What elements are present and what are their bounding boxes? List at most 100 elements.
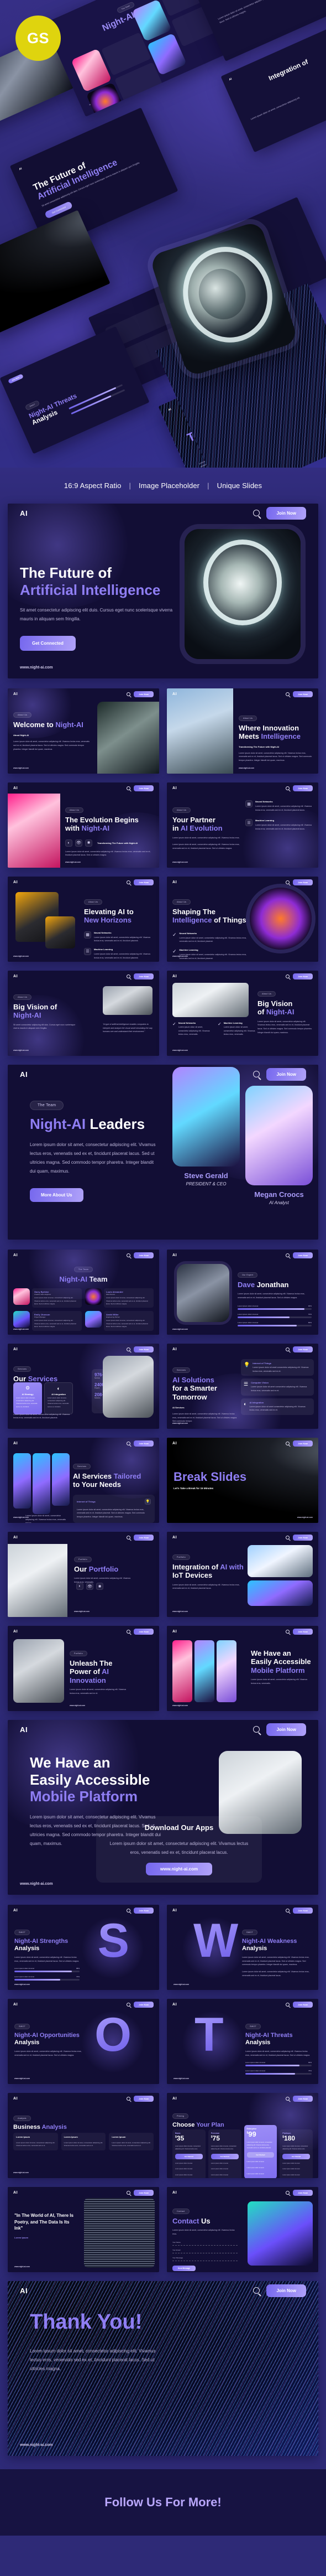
join-now-button[interactable]: Join Now bbox=[266, 1723, 306, 1736]
join-now-button[interactable]: Join Now bbox=[134, 2001, 154, 2008]
slide-tailored[interactable]: AI Join Now Lorem ipsum dolor sit amet, … bbox=[8, 1438, 159, 1523]
slide-solutions[interactable]: AI Join Now Services AI Solutions for a … bbox=[167, 1344, 318, 1429]
search-icon[interactable] bbox=[286, 2096, 290, 2101]
search-icon[interactable] bbox=[127, 1629, 131, 1634]
search-icon[interactable] bbox=[286, 692, 290, 696]
name-field[interactable]: Your Name bbox=[172, 2241, 238, 2246]
slide-unleash[interactable]: AI Join Now Portfolio Unleash The Power … bbox=[8, 1626, 159, 1711]
search-icon[interactable] bbox=[286, 974, 290, 978]
slide-thank-you[interactable]: AI Join Now Thank You! Lorem ipsum dolor… bbox=[8, 2281, 318, 2456]
slide-pricing[interactable]: AI Join Now Pricing Choose Your Plan Bas… bbox=[167, 2093, 318, 2178]
join-now-button[interactable]: Join Now bbox=[134, 691, 154, 697]
join-now-button[interactable]: Join Now bbox=[293, 1252, 313, 1258]
slide-mobile-small[interactable]: AI Join Now We Have an Easily Accessible… bbox=[167, 1626, 318, 1711]
search-icon[interactable] bbox=[127, 2096, 131, 2101]
search-icon[interactable] bbox=[253, 1071, 260, 1077]
join-now-button[interactable]: Join Now bbox=[293, 691, 313, 697]
pricing-card-featured[interactable]: Enterprise $99 Lorem ipsum dolor sit ame… bbox=[244, 2125, 277, 2178]
slide-big-vision-2[interactable]: AI Join Now About Us Big Vision of Night… bbox=[167, 971, 318, 1056]
more-about-us-button[interactable]: More About Us bbox=[30, 1188, 83, 1202]
slide-iot[interactable]: AI Join Now Portfolio Integration of AI … bbox=[167, 1532, 318, 1617]
pricing-card[interactable]: Platinum $180 Lorem ipsum dolor sit amet… bbox=[280, 2129, 313, 2178]
join-now-button[interactable]: Join Now bbox=[134, 973, 154, 979]
search-icon[interactable] bbox=[127, 1535, 131, 1540]
search-icon[interactable] bbox=[127, 1253, 131, 1257]
join-now-button[interactable]: Join Now bbox=[293, 1907, 313, 1914]
get-connected-button[interactable]: Get Connected bbox=[20, 636, 76, 651]
join-now-button[interactable]: Join Now bbox=[134, 1346, 154, 1352]
search-icon[interactable] bbox=[127, 1908, 131, 1912]
search-icon[interactable] bbox=[127, 786, 131, 790]
slide-elevating[interactable]: AI Join Now About Us Elevating AI to New… bbox=[8, 877, 159, 962]
service-card[interactable]: ◐ AI Integration Lorem ipsum dolor sit a… bbox=[44, 1382, 73, 1414]
search-icon[interactable] bbox=[127, 2190, 131, 2195]
slide-swot-weakness[interactable]: AI Join Now W SWOT Night-AI Weakness Ana… bbox=[167, 1905, 318, 1990]
search-icon[interactable] bbox=[286, 2002, 290, 2007]
search-icon[interactable] bbox=[286, 1253, 290, 1257]
slide-portfolio[interactable]: AI Join Now Portfolio Our Portfolio Lore… bbox=[8, 1532, 159, 1617]
pricing-card[interactable]: Basic $35 Lorem ipsum dolor sit amet, co… bbox=[172, 2129, 206, 2178]
slide-swot-opportunities[interactable]: AI Join Now O SWOT Night-AI Opportunitie… bbox=[8, 1999, 159, 2084]
download-cta-button[interactable]: www.night-ai.com bbox=[145, 1863, 213, 1875]
search-icon[interactable] bbox=[253, 2287, 260, 2294]
get-started-button[interactable]: Get Started bbox=[211, 2153, 239, 2159]
search-icon[interactable] bbox=[127, 880, 131, 884]
search-icon[interactable] bbox=[286, 2190, 290, 2195]
join-now-button[interactable]: Join Now bbox=[7, 374, 24, 385]
search-icon[interactable] bbox=[127, 974, 131, 978]
slide-team[interactable]: AI Join Now The Team Night-AI Team Garry… bbox=[8, 1250, 159, 1335]
search-icon[interactable] bbox=[286, 1908, 290, 1912]
solution-card[interactable]: ◐ AI Integration Lorem ipsum dolor sit a… bbox=[241, 1398, 314, 1415]
slide-quote[interactable]: AI Join Now "In The World of AI, There I… bbox=[8, 2187, 159, 2272]
slide-swot-threats[interactable]: AI Join Now T SWOT Night-AI Threats Anal… bbox=[167, 1999, 318, 2084]
slide-profile[interactable]: AI Join Now Our Expert Dave Jonathan Lor… bbox=[167, 1250, 318, 1335]
join-now-button[interactable]: Join Now bbox=[293, 785, 313, 791]
join-now-button[interactable]: Join Now bbox=[293, 1534, 313, 1541]
search-icon[interactable] bbox=[286, 1347, 290, 1351]
search-icon[interactable] bbox=[127, 1441, 131, 1445]
join-now-button[interactable]: Join Now bbox=[134, 879, 154, 885]
slide-hero[interactable]: AI Join Now The Future of Artificial Int… bbox=[8, 504, 318, 678]
slide-innovation[interactable]: AI Join Now About Us Where Innovation Me… bbox=[167, 688, 318, 774]
slide-break[interactable]: AI Join Now Break Slides Let's Take a Br… bbox=[167, 1438, 318, 1523]
slide-contact[interactable]: AI Join Now Contact Contact Us Lorem ips… bbox=[167, 2187, 318, 2272]
join-now-button[interactable]: Join Now bbox=[266, 2284, 306, 2297]
search-icon[interactable] bbox=[286, 880, 290, 884]
tailored-card[interactable]: Internet of Things 💡 Lorem ipsum dolor s… bbox=[73, 1494, 155, 1523]
search-icon[interactable] bbox=[253, 510, 260, 516]
search-icon[interactable] bbox=[286, 1629, 290, 1634]
join-now-button[interactable]: Join Now bbox=[293, 2001, 313, 2008]
join-now-button[interactable]: Join Now bbox=[293, 1346, 313, 1352]
solution-card[interactable]: ☰ Computer Vision Lorem ipsum dolor sit … bbox=[241, 1378, 314, 1396]
join-now-button[interactable]: Join Now bbox=[266, 1067, 306, 1081]
get-started-button[interactable]: Get Started bbox=[282, 2153, 310, 2159]
join-now-button[interactable]: Join Now bbox=[293, 879, 313, 885]
send-message-button[interactable]: Send Message bbox=[172, 2265, 196, 2271]
search-icon[interactable] bbox=[127, 2002, 131, 2007]
join-now-button[interactable]: Join Now bbox=[293, 2189, 313, 2196]
search-icon[interactable] bbox=[286, 1535, 290, 1540]
join-now-button[interactable]: Join Now bbox=[293, 973, 313, 979]
get-started-button[interactable]: Get Started bbox=[175, 2153, 203, 2159]
slide-evolution-begins[interactable]: AI Join Now About Us The Evolution Begin… bbox=[8, 782, 159, 868]
service-card[interactable]: ⚙ AI Strategy Lorem ipsum dolor sit amet… bbox=[13, 1382, 42, 1414]
slide-services[interactable]: AI Join Now Services Our Services ⚙ AI S… bbox=[8, 1344, 159, 1429]
search-icon[interactable] bbox=[127, 1347, 131, 1351]
pricing-card[interactable]: Premium $75 Lorem ipsum dolor sit amet, … bbox=[208, 2129, 241, 2178]
join-now-button[interactable]: Join Now bbox=[293, 1628, 313, 1635]
slide-leaders[interactable]: AI Join Now The Team Night-AI Leaders Lo… bbox=[8, 1065, 318, 1240]
join-now-button[interactable]: Join Now bbox=[134, 2095, 154, 2102]
join-now-button[interactable]: Join Now bbox=[134, 1252, 154, 1258]
join-now-button[interactable]: Join Now bbox=[134, 1440, 154, 1447]
join-now-button[interactable]: Join Now bbox=[134, 2189, 154, 2196]
solution-card[interactable]: 💡 Internet of Things Lorem ipsum dolor s… bbox=[241, 1359, 314, 1376]
search-icon[interactable] bbox=[127, 692, 131, 696]
join-now-button[interactable]: Join Now bbox=[134, 785, 154, 791]
search-icon[interactable] bbox=[286, 786, 290, 790]
get-started-button[interactable]: Get Started bbox=[246, 2152, 275, 2158]
slide-shaping[interactable]: AI Join Now About Us Shaping The Intelli… bbox=[167, 877, 318, 962]
slide-welcome[interactable]: AI Join Now About Us Welcome to Night-AI… bbox=[8, 688, 159, 774]
join-now-button[interactable]: Join Now bbox=[293, 1440, 313, 1447]
slide-big-vision-1[interactable]: AI Join Now About Us Big Vision of Night… bbox=[8, 971, 159, 1056]
join-now-button[interactable]: Join Now bbox=[266, 506, 306, 520]
